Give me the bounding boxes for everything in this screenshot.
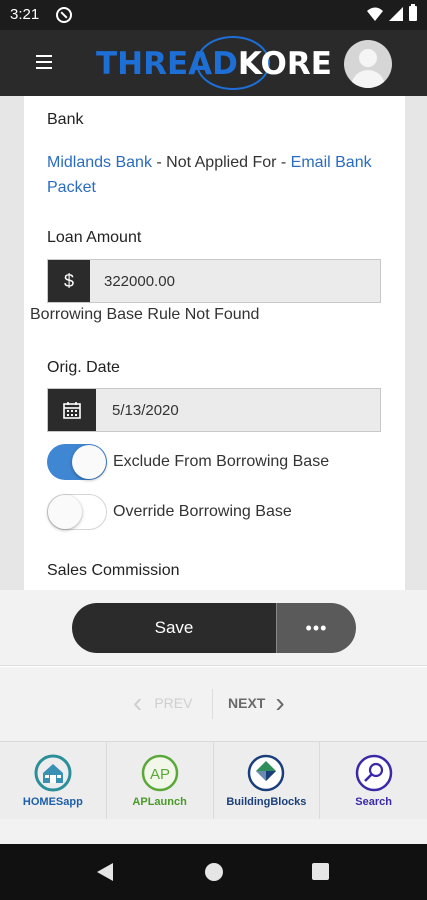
hamburger-menu-icon[interactable] [36,55,52,69]
app-launcher-bar: HOMESapp AP APLaunch BuildingBlocks Sear… [0,741,427,819]
back-icon[interactable] [97,863,113,881]
chevron-left-icon: ‹ [133,687,143,718]
status-time: 3:21 [10,6,40,23]
bank-info: Midlands Bank - Not Applied For - Email … [47,150,387,200]
app-header: THREAD KORE [0,30,427,96]
app-name-aplaunch: APLaunch [132,796,187,808]
magnifier-icon [355,754,392,792]
save-button[interactable]: Save [72,603,276,653]
loan-amount-input[interactable] [90,260,380,302]
override-borrowing-base-label: Override Borrowing Base [113,503,292,520]
user-avatar[interactable] [344,40,392,88]
dollar-sign-icon: $ [48,260,90,302]
ap-icon: AP [141,754,178,792]
app-tile-buildingblocks[interactable]: BuildingBlocks [214,742,321,819]
home-icon[interactable] [205,863,223,881]
exclude-borrowing-base-row: Exclude From Borrowing Base [47,444,329,480]
blocks-icon [248,754,285,792]
house-icon [34,754,72,792]
do-not-disturb-icon [56,7,72,23]
next-label: NEXT [228,695,266,711]
override-borrowing-base-row: Override Borrowing Base [47,494,292,530]
battery-icon [409,4,417,21]
system-nav-bar [0,844,427,900]
loan-amount-group: $ [47,259,381,303]
app-tile-homesapp[interactable]: HOMESapp [0,742,107,819]
svg-text:AP: AP [150,766,170,783]
more-options-button[interactable]: ••• [276,603,356,653]
orig-date-group [47,388,381,432]
prev-button[interactable]: ‹ PREV [133,689,192,717]
bottom-spacer [0,819,427,844]
prev-label: PREV [154,695,193,711]
bank-label: Bank [47,111,84,128]
pager-divider [212,689,213,719]
next-button[interactable]: NEXT › [228,689,285,717]
recent-apps-icon[interactable] [312,863,329,880]
exclude-borrowing-base-label: Exclude From Borrowing Base [113,453,330,470]
pager: ‹ PREV NEXT › [0,667,427,741]
bank-link[interactable]: Midlands Bank [47,154,152,171]
borrowing-base-note: Borrowing Base Rule Not Found [30,306,260,323]
app-name-search: Search [355,796,392,808]
app-tile-aplaunch[interactable]: AP APLaunch [107,742,214,819]
save-bar: Save ••• [0,590,427,666]
app-name-homesapp: HOMESapp [22,796,83,808]
bank-status: - Not Applied For - [151,154,291,171]
logo-kore-text: KORE [237,46,332,82]
chevron-right-icon: › [275,687,285,718]
override-borrowing-base-toggle[interactable] [47,494,107,530]
app-name-buildingblocks: BuildingBlocks [226,796,307,808]
app-tile-search[interactable]: Search [320,742,427,819]
threadkore-logo: THREAD KORE [96,44,332,84]
orig-date-input[interactable] [96,389,380,431]
status-icons [367,4,417,21]
status-bar: 3:21 [0,0,427,30]
loan-amount-label: Loan Amount [47,229,142,246]
sales-commission-label: Sales Commission [47,562,180,579]
calendar-icon[interactable] [48,389,96,431]
logo-thread-text: THREAD [96,46,238,82]
exclude-borrowing-base-toggle[interactable] [47,444,107,480]
signal-icon [389,6,403,21]
orig-date-label: Orig. Date [47,359,120,376]
wifi-icon [367,7,383,21]
